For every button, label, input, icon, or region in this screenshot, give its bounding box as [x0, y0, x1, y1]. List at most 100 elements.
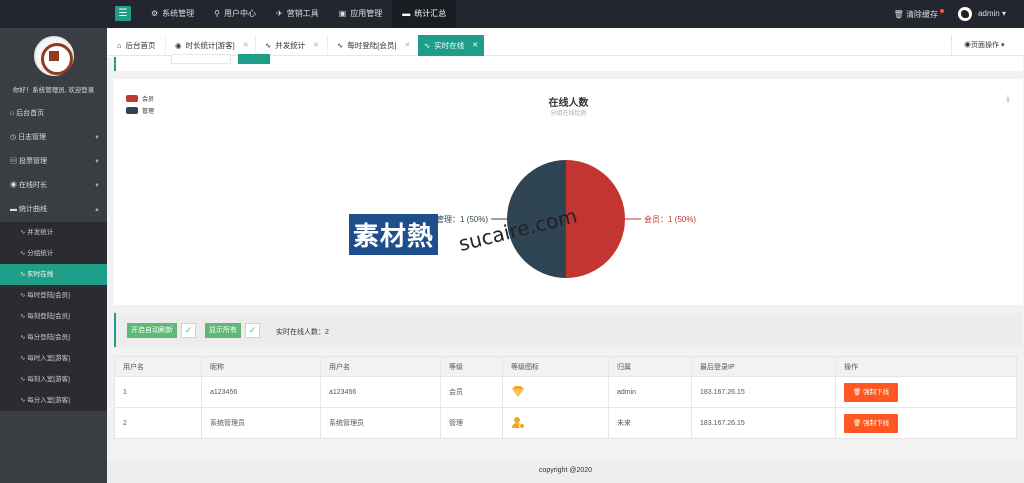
clear-cache-button[interactable]: 🗑 清除缓存	[894, 8, 944, 20]
table-row: 1 a123456 a123456 会员 admin 183.167.26.15…	[114, 376, 1017, 408]
sidebar-item-votes[interactable]: ▤ 投票管理 ▼	[0, 150, 107, 174]
chat-icon: ▬	[402, 9, 411, 18]
col-header: 归属	[608, 356, 692, 377]
main-content: 会员 管理 在线人数 分组在线比例 ⤓ 会员：1 (50%) 管理：1 (50%)…	[107, 54, 1024, 483]
sidebar-subitem-hourly-guest[interactable]: ∿ 每时入室[游客]	[0, 348, 107, 369]
table-header-row: 用户名 昵称 用户名 等级 等级图标 归属 最后登录IP 操作	[114, 356, 1017, 377]
cell-level: 管理	[440, 407, 503, 439]
topnav-item-stats[interactable]: ▬ 统计汇总	[392, 0, 457, 28]
close-icon[interactable]: ✕	[243, 37, 249, 55]
sidebar-item-online-time[interactable]: ◉ 在线时长 ▼	[0, 174, 107, 198]
admin-user-icon	[512, 416, 525, 429]
col-header: 昵称	[201, 356, 321, 377]
cell-owner: admin	[608, 376, 692, 408]
page-ops-dropdown[interactable]: ◉页面操作 ▾	[951, 35, 1024, 56]
sidebar-subitem-quarter-login[interactable]: ∿ 每刻登陆[会员]	[0, 306, 107, 327]
pulse-icon: ∿	[424, 40, 431, 50]
sidebar-subitem-quarter-guest[interactable]: ∿ 每刻入室[游客]	[0, 369, 107, 390]
tab-duration-stats[interactable]: ◉ 时长统计[游客] ✕	[169, 36, 255, 56]
pulse-icon: ∿	[20, 355, 26, 362]
sidebar-subitem-group[interactable]: ∿ 分组统计	[0, 243, 107, 264]
topnav-item-user-center[interactable]: ⚲ 用户中心	[204, 0, 266, 28]
cell-nick: 系统管理员	[201, 407, 321, 439]
sidebar-item-stat-curves[interactable]: ▬ 统计曲线 ▲	[0, 198, 107, 222]
top-bar: ☰ ⚙ 系统管理 ⚲ 用户中心 ✈ 营销工具 ▣ 应用管理 ▬ 统计汇总 🗑 清除缓存 a…	[0, 0, 1024, 28]
footer: copyright @2020	[107, 459, 1024, 483]
search-input[interactable]	[171, 54, 231, 64]
search-button[interactable]	[238, 54, 270, 64]
sidebar-subitem-concurrency[interactable]: ∿ 并发统计	[0, 222, 107, 243]
force-logout-button[interactable]: 🗑 强制下线	[844, 382, 899, 402]
pie-label-0: 会员：1 (50%)	[644, 214, 696, 224]
show-all-check-icon[interactable]: ✓	[245, 323, 260, 338]
online-users-table: 用户名 昵称 用户名 等级 等级图标 归属 最后登录IP 操作 1 a12345…	[114, 356, 1017, 439]
compass-icon: ◉	[10, 182, 17, 189]
show-all-toggle[interactable]: 显示所有	[205, 323, 241, 338]
sidebar-subitem-minute-guest[interactable]: ∿ 每分入室[游客]	[0, 390, 107, 411]
auto-refresh-check-icon[interactable]: ✓	[181, 323, 196, 338]
app-icon: ▣	[338, 9, 347, 18]
col-header: 最后登录IP	[691, 356, 836, 377]
home-icon: ⌂	[10, 110, 15, 117]
cell-id: 2	[114, 407, 202, 439]
topnav-item-marketing[interactable]: ✈ 营销工具	[266, 0, 329, 28]
pulse-icon: ∿	[20, 250, 26, 257]
trash-icon: 🗑	[853, 388, 862, 396]
table-row: 2 系统管理员 系统管理员 管理 未来 183.167.26.15 🗑 强制下线	[114, 407, 1017, 439]
tab-hourly-login[interactable]: ∿ 每时登陆[会员] ✕	[331, 36, 416, 56]
tab-realtime-online[interactable]: ∿ 实时在线 ✕	[418, 35, 485, 56]
col-header: 操作	[835, 356, 1017, 377]
sidebar-item-logs[interactable]: ◷ 日志管理 ▼	[0, 126, 107, 150]
close-icon[interactable]: ✕	[313, 37, 319, 55]
pulse-icon: ∿	[20, 376, 26, 383]
menu-toggle-icon[interactable]: ☰	[115, 6, 131, 21]
top-logo-area	[0, 0, 107, 28]
chevron-down-icon: ▾	[1001, 9, 1006, 19]
chevron-down-icon: ▼	[94, 159, 100, 165]
sidebar-item-home[interactable]: ⌂ 后台首页	[0, 102, 107, 126]
tab-home[interactable]: ⌂ 后台首页	[111, 36, 162, 56]
pie-slice-1[interactable]	[507, 160, 566, 278]
sidebar: 你好！系统管理员, 欢迎登录 ⌂ 后台首页 ◷ 日志管理 ▼ ▤ 投票管理 ▼ ◉ …	[0, 28, 107, 483]
close-icon[interactable]: ✕	[472, 37, 478, 55]
home-icon: ⌂	[117, 41, 122, 50]
pulse-icon: ∿	[265, 41, 272, 50]
pie-label-1: 管理：1 (50%)	[436, 214, 488, 224]
circle-icon: ◉	[964, 42, 971, 49]
sidebar-subitem-hourly-login[interactable]: ∿ 每时登陆[会员]	[0, 285, 107, 306]
force-logout-button[interactable]: 🗑 强制下线	[844, 413, 899, 433]
chat-icon: ▬	[10, 206, 17, 213]
chevron-down-icon: ▼	[94, 183, 100, 189]
user-menu[interactable]: admin ▾	[957, 7, 1006, 21]
sidebar-subitem-realtime[interactable]: ∿ 实时在线	[0, 264, 107, 285]
online-count: 实时在线人数：2	[276, 329, 329, 336]
sidebar-subitem-minute-login[interactable]: ∿ 每分登陆[会员]	[0, 327, 107, 348]
pie-slice-0[interactable]	[566, 160, 625, 278]
topnav-item-system[interactable]: ⚙ 系统管理	[141, 0, 204, 28]
pulse-icon: ∿	[20, 334, 26, 341]
pie-chart: 会员：1 (50%) 管理：1 (50%)	[436, 160, 696, 278]
cell-nick: a123456	[201, 376, 321, 408]
close-icon[interactable]: ✕	[404, 37, 410, 55]
tab-divider	[165, 36, 166, 56]
topnav-item-apps[interactable]: ▣ 应用管理	[329, 0, 393, 28]
cell-username: a123456	[320, 376, 441, 408]
top-nav: ⚙ 系统管理 ⚲ 用户中心 ✈ 营销工具 ▣ 应用管理 ▬ 统计汇总	[141, 0, 457, 28]
clock-icon: ◷	[10, 134, 17, 141]
avatar	[957, 7, 972, 21]
chevron-down-icon: ▾	[1000, 42, 1005, 49]
tab-concurrency[interactable]: ∿ 并发统计 ✕	[259, 36, 325, 56]
cell-ip: 183.167.26.15	[691, 376, 836, 408]
trash-icon: 🗑	[853, 419, 862, 427]
col-header: 用户名	[114, 356, 202, 377]
tab-divider	[327, 36, 328, 56]
col-header: 用户名	[320, 356, 441, 377]
chevron-down-icon: ▼	[94, 135, 100, 141]
pulse-icon: ∿	[20, 229, 26, 236]
chevron-up-icon: ▲	[94, 207, 100, 213]
user-icon: ⚲	[214, 9, 221, 18]
controls-bar: 开启自动刷新 ✓ 显示所有 ✓ 实时在线人数：2	[114, 313, 1023, 347]
auto-refresh-toggle[interactable]: 开启自动刷新	[127, 323, 177, 338]
top-right: 🗑 清除缓存 admin ▾	[894, 0, 1006, 28]
cell-ip: 183.167.26.15	[691, 407, 836, 439]
